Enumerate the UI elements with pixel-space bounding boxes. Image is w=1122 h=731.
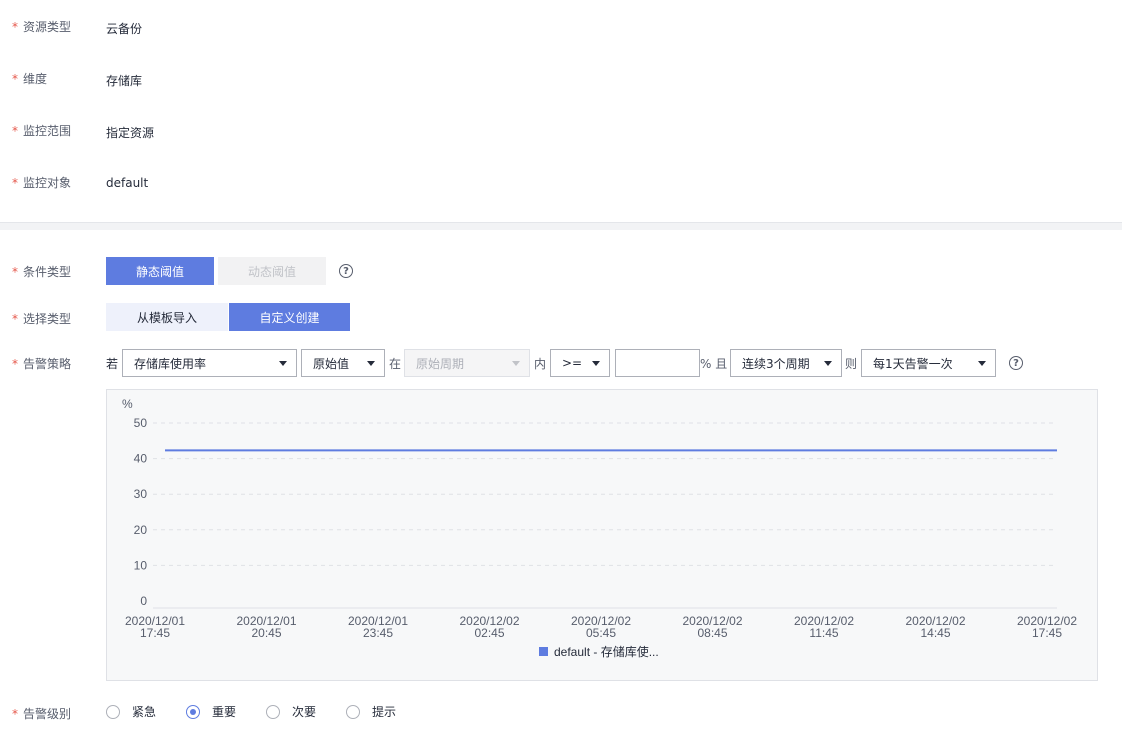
y-tick-label: 40 — [134, 452, 148, 466]
within-text: 内 — [534, 357, 547, 371]
value-type-select-value: 原始值 — [313, 356, 350, 371]
required-mark: * — [12, 71, 18, 86]
radio-label: 紧急 — [132, 705, 157, 719]
operator-select-value: >= — [562, 356, 583, 370]
caret-down-icon — [592, 361, 600, 366]
metric-select-value: 存储库使用率 — [134, 356, 207, 371]
x-tick-label-time: 08:45 — [697, 626, 727, 640]
metric-select[interactable]: 存储库使用率 — [122, 349, 297, 377]
monitor-scope-label-text: 监控范围 — [23, 123, 72, 138]
in-text: 在 — [389, 357, 402, 371]
caret-down-icon — [512, 361, 520, 366]
x-tick-label-time: 17:45 — [1032, 626, 1062, 640]
required-mark: * — [12, 265, 18, 279]
resource-type-value: 云备份 — [106, 22, 143, 36]
required-mark: * — [12, 357, 18, 371]
alarm-frequency-select-value: 每1天告警一次 — [873, 356, 953, 371]
required-mark: * — [12, 175, 18, 190]
resource-type-label-text: 资源类型 — [23, 19, 72, 34]
radio-label: 重要 — [212, 705, 237, 719]
static-threshold-button[interactable]: 静态阈值 — [106, 257, 214, 285]
monitor-scope-label: * 监控范围 — [12, 122, 71, 139]
help-circle-icon[interactable]: ? — [1009, 356, 1023, 370]
caret-down-icon — [978, 361, 986, 366]
required-mark: * — [12, 707, 18, 721]
y-tick-label: 20 — [134, 523, 148, 537]
alarm-level-radio-minor[interactable]: 次要 — [266, 703, 316, 720]
required-mark: * — [12, 19, 18, 34]
help-circle-icon[interactable]: ? — [339, 264, 353, 278]
x-tick-label-time: 23:45 — [363, 626, 393, 640]
monitor-object-label: * 监控对象 — [12, 174, 71, 191]
metric-chart: % 50 40 30 20 10 0 2020/12/01 17:45 2020/12/01 20:… — [106, 389, 1098, 681]
condition-type-label: * 条件类型 — [12, 263, 71, 280]
threshold-input[interactable] — [615, 349, 700, 377]
dimension-value: 存储库 — [106, 74, 143, 88]
dynamic-threshold-button[interactable]: 动态阈值 — [218, 257, 326, 285]
resource-type-label: * 资源类型 — [12, 18, 71, 35]
period-select[interactable]: 原始周期 — [404, 349, 530, 377]
if-text: 若 — [106, 357, 119, 371]
metric-line-chart: %504030201002020/12/0117:452020/12/0120:… — [122, 397, 1077, 659]
dimension-label: * 维度 — [12, 70, 47, 87]
import-from-template-button[interactable]: 从模板导入 — [106, 303, 228, 331]
select-type-label-text: 选择类型 — [23, 312, 72, 326]
alarm-level-label-text: 告警级别 — [23, 707, 72, 721]
monitor-object-value: default — [106, 176, 149, 190]
y-axis-unit-label: % — [122, 397, 133, 411]
condition-type-label-text: 条件类型 — [23, 265, 72, 279]
caret-down-icon — [279, 361, 287, 366]
caret-down-icon — [367, 361, 375, 366]
monitor-scope-value: 指定资源 — [106, 126, 155, 140]
legend-label: default - 存储库使... — [554, 644, 659, 659]
alarm-level-radio-major[interactable]: 重要 — [186, 703, 236, 720]
radio-circle-selected[interactable] — [186, 704, 200, 719]
alarm-level-label: * 告警级别 — [12, 705, 71, 722]
consecutive-periods-select[interactable]: 连续3个周期 — [730, 349, 842, 377]
x-tick-label-time: 17:45 — [140, 626, 170, 640]
required-mark: * — [12, 123, 18, 138]
percent-and-text: % 且 — [700, 357, 728, 371]
radio-label: 提示 — [372, 705, 397, 719]
select-type-label: * 选择类型 — [12, 310, 71, 327]
y-tick-label: 30 — [134, 487, 148, 501]
radio-label: 次要 — [292, 705, 317, 719]
alarm-policy-label-text: 告警策略 — [23, 357, 72, 371]
x-tick-label-time: 05:45 — [586, 626, 616, 640]
caret-down-icon — [824, 361, 832, 366]
section-divider — [0, 222, 1122, 230]
legend-swatch — [539, 647, 548, 656]
x-tick-label-time: 11:45 — [809, 626, 838, 640]
period-select-value: 原始周期 — [416, 356, 465, 371]
required-mark: * — [12, 312, 18, 326]
alarm-level-radio-urgent[interactable]: 紧急 — [106, 703, 156, 720]
value-type-select[interactable]: 原始值 — [301, 349, 385, 377]
radio-circle[interactable] — [106, 704, 120, 719]
y-tick-label: 50 — [134, 416, 148, 430]
x-tick-label-time: 20:45 — [251, 626, 281, 640]
y-tick-label: 0 — [140, 594, 147, 608]
operator-select[interactable]: >= — [550, 349, 610, 377]
alarm-policy-label: * 告警策略 — [12, 355, 71, 372]
dimension-label-text: 维度 — [23, 71, 48, 86]
radio-circle[interactable] — [346, 704, 360, 719]
x-tick-label-time: 02:45 — [474, 626, 504, 640]
alarm-frequency-select[interactable]: 每1天告警一次 — [861, 349, 996, 377]
x-tick-label-time: 14:45 — [920, 626, 950, 640]
y-tick-label: 10 — [134, 558, 148, 572]
custom-create-button[interactable]: 自定义创建 — [229, 303, 350, 331]
alarm-level-radio-info[interactable]: 提示 — [346, 703, 396, 720]
monitor-object-label-text: 监控对象 — [23, 175, 72, 190]
consecutive-periods-select-value: 连续3个周期 — [742, 356, 810, 371]
then-text: 则 — [845, 357, 858, 371]
radio-circle[interactable] — [266, 704, 280, 719]
